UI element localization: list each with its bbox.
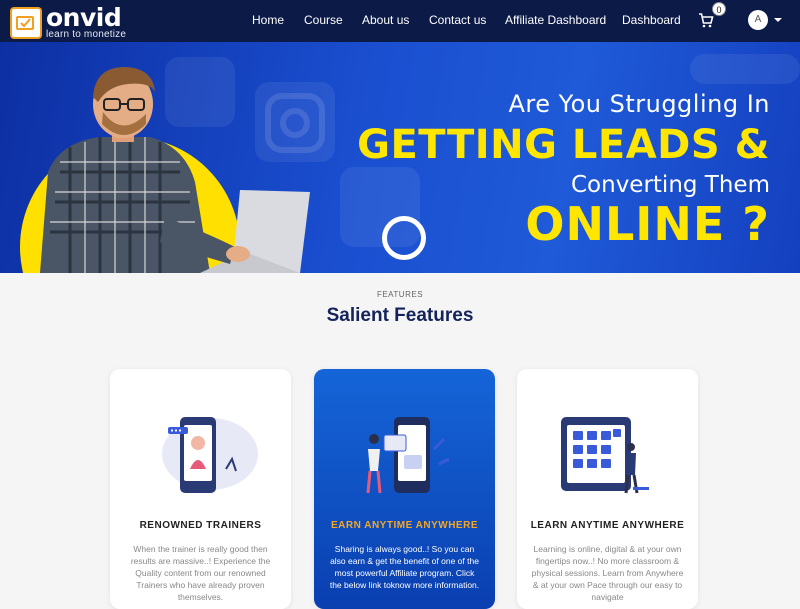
card-heading: EARN ANYTIME ANYWHERE bbox=[331, 520, 478, 531]
cart-count-badge: 0 bbox=[712, 2, 726, 16]
main-menu: Home Course About us Contact us Affiliat… bbox=[0, 0, 800, 42]
earn-phone-illustration bbox=[366, 417, 450, 494]
card-body: Learning is online, digital & at your ow… bbox=[531, 544, 684, 602]
user-avatar[interactable]: A bbox=[748, 10, 768, 30]
trainer-phone-illustration bbox=[162, 417, 258, 493]
hero-line-4: ONLINE ? bbox=[525, 197, 770, 251]
hero-line-1: Are You Struggling In bbox=[508, 90, 770, 118]
hero-line-2: GETTING LEADS & bbox=[357, 122, 770, 168]
feature-card-trainers[interactable]: RENOWNED TRAINERS When the trainer is re… bbox=[110, 369, 291, 609]
features-title: Salient Features bbox=[326, 305, 474, 326]
learn-tablet-illustration bbox=[561, 417, 649, 494]
nav-course-link[interactable]: Course bbox=[304, 13, 343, 27]
nav-dashboard-link[interactable]: Dashboard bbox=[622, 13, 681, 27]
card-body: When the trainer is really good then res… bbox=[130, 544, 271, 602]
nav-about-link[interactable]: About us bbox=[362, 13, 409, 27]
feature-card-learn[interactable]: LEARN ANYTIME ANYWHERE Learning is onlin… bbox=[517, 369, 698, 609]
nav-affiliate-dashboard-link[interactable]: Affiliate Dashboard bbox=[505, 13, 606, 27]
hero-banner: Are You Struggling In GETTING LEADS & Co… bbox=[0, 42, 800, 273]
loading-spinner-icon bbox=[382, 216, 426, 260]
hero-line-3: Converting Them bbox=[570, 172, 770, 198]
top-navbar: onvid learn to monetize Home Course Abou… bbox=[0, 0, 800, 42]
person-with-laptop-illustration bbox=[20, 67, 310, 273]
chevron-down-icon[interactable] bbox=[774, 18, 782, 22]
feature-card-earn[interactable]: EARN ANYTIME ANYWHERE Sharing is always … bbox=[314, 369, 495, 609]
card-body: Sharing is always good..! So you can als… bbox=[329, 544, 480, 590]
cart-icon[interactable] bbox=[698, 12, 714, 33]
card-heading: RENOWNED TRAINERS bbox=[139, 520, 262, 531]
card-heading: LEARN ANYTIME ANYWHERE bbox=[530, 520, 685, 531]
social-tile-icon bbox=[690, 54, 800, 84]
features-eyebrow: FEATURES bbox=[376, 290, 424, 299]
nav-contact-link[interactable]: Contact us bbox=[429, 13, 486, 27]
nav-home-link[interactable]: Home bbox=[252, 13, 284, 27]
